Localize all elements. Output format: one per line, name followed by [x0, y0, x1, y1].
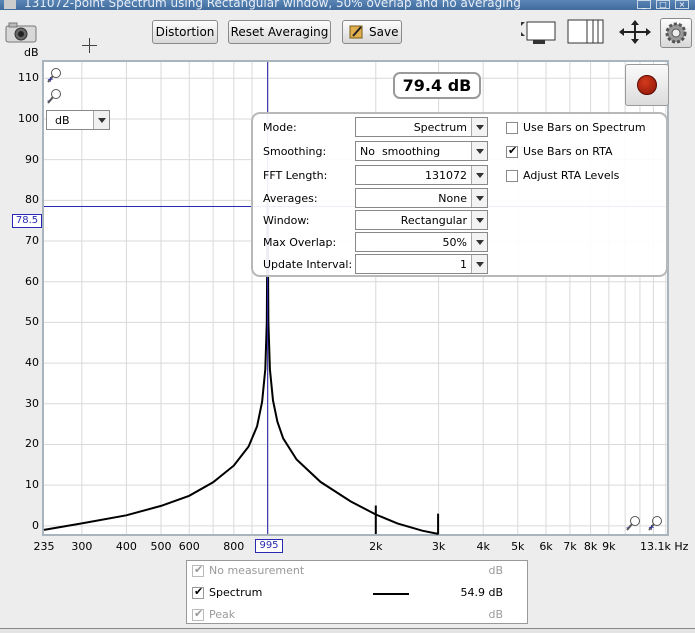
svg-text:-: - [47, 96, 50, 104]
x-tick-label: 8k [583, 540, 598, 553]
x-tick-label: 500 [150, 540, 172, 553]
window-label: Window: [263, 214, 310, 227]
zoom-in-y-icon[interactable]: + [47, 67, 63, 83]
x-tick-label: 7k [563, 540, 577, 553]
svg-text:+: + [648, 523, 655, 531]
y-tick-label: 50 [25, 315, 39, 329]
update-interval-select[interactable]: 1 [355, 254, 488, 274]
chevron-down-icon [471, 189, 487, 207]
mode-label: Mode: [263, 121, 297, 134]
adjust-rta-levels-checkbox[interactable]: Adjust RTA Levels [506, 169, 656, 183]
zoom-out-x-icon[interactable]: - [626, 515, 642, 531]
y-tick-label: 100 [18, 111, 39, 125]
y-tick-label: 90 [25, 152, 39, 166]
smoothing-select[interactable]: No smoothing [355, 141, 488, 161]
legend-item-unit: dB [488, 586, 503, 599]
legend-item-unit: dB [488, 608, 503, 621]
y-tick-label: 10 [25, 478, 39, 492]
fft-length-value: 131072 [425, 169, 467, 182]
svg-text:+: + [47, 75, 54, 83]
legend-item-name: No measurement [209, 564, 305, 577]
averages-select[interactable]: None [355, 188, 488, 208]
checkbox-box: ✔ [506, 144, 518, 158]
zoom-out-y-icon[interactable]: - [47, 88, 63, 104]
zoom-in-x-icon[interactable]: + [648, 515, 664, 531]
x-tick-label: 235 [33, 540, 55, 553]
y-tick-label: 30 [25, 396, 39, 410]
x-tick-label: 400 [115, 540, 137, 553]
update-interval-label: Update Interval: [263, 258, 353, 271]
x-tick-label: 800 [223, 540, 245, 553]
y-tick-label: 40 [25, 356, 39, 370]
chevron-down-icon [93, 111, 109, 129]
x-tick-label: 5k [511, 540, 525, 553]
legend-checkbox[interactable]: ✔ [192, 607, 204, 621]
x-tick-label: 300 [71, 540, 93, 553]
x-tick-label: 9k [602, 540, 616, 553]
legend-panel: ✔ No measurement dB ✔ Spectrum 54.9 dB ✔… [186, 560, 528, 624]
x-tick-label: 13.1k Hz [640, 540, 689, 553]
status-strip [0, 628, 695, 633]
unit-select-value: dB [55, 114, 70, 127]
x-tick-label: 600 [178, 540, 200, 553]
use-bars-spectrum-checkbox[interactable]: Use Bars on Spectrum [506, 121, 656, 135]
legend-item-no-measurement[interactable]: ✔ No measurement dB [187, 561, 527, 581]
legend-item-name: Peak [209, 608, 236, 621]
x-tick-label: 3k [431, 540, 446, 553]
chevron-down-icon [471, 118, 487, 136]
x-tick-label: 4k [476, 540, 490, 553]
settings-panel: Mode: Spectrum Smoothing: No smoothing F… [251, 112, 668, 277]
max-overlap-select[interactable]: 50% [355, 232, 488, 252]
use-bars-rta-checkbox[interactable]: ✔ Use Bars on RTA [506, 144, 656, 159]
checkbox-box [506, 122, 518, 134]
legend-item-value: 54.9 [460, 586, 486, 599]
averages-label: Averages: [263, 192, 318, 205]
use-bars-spectrum-label: Use Bars on Spectrum [523, 121, 646, 134]
record-button[interactable] [625, 64, 669, 106]
legend-line-swatch [373, 593, 409, 595]
legend-item-unit: dB [488, 564, 503, 577]
chevron-down-icon [471, 142, 487, 160]
max-overlap-label: Max Overlap: [263, 236, 337, 249]
mode-value: Spectrum [413, 121, 467, 134]
checkbox-box [506, 170, 518, 182]
fft-length-select[interactable]: 131072 [355, 165, 488, 185]
smoothing-label: Smoothing: [263, 145, 327, 158]
chevron-down-icon [471, 211, 487, 229]
y-tick-label: 70 [25, 234, 39, 248]
svg-text:-: - [626, 523, 629, 531]
fft-length-label: FFT Length: [263, 169, 328, 182]
max-overlap-value: 50% [442, 236, 467, 249]
chevron-down-icon [471, 233, 487, 251]
y-tick-label: 80 [25, 193, 39, 207]
legend-item-name: Spectrum [209, 586, 263, 599]
chevron-down-icon [471, 166, 487, 184]
adjust-rta-levels-label: Adjust RTA Levels [523, 169, 620, 182]
legend-item-spectrum[interactable]: ✔ Spectrum 54.9 dB [187, 583, 527, 603]
window-select[interactable]: Rectangular [355, 210, 488, 230]
y-tick-label: 20 [25, 437, 39, 451]
update-interval-value: 1 [460, 258, 467, 271]
x-tick-label: 6k [539, 540, 553, 553]
record-icon [637, 75, 657, 95]
cursor-x-value: 995 [255, 539, 283, 553]
cursor-y-value: 78.5 [12, 214, 42, 228]
spectrum-chart [43, 62, 667, 535]
smoothing-value: No smoothing [360, 145, 441, 158]
level-readout: 79.4 dB [393, 72, 481, 99]
chevron-down-icon [471, 255, 487, 273]
y-tick-label: 0 [32, 518, 39, 532]
legend-checkbox[interactable]: ✔ [192, 563, 204, 577]
x-tick-label: 2k [369, 540, 383, 553]
legend-checkbox[interactable]: ✔ [192, 585, 204, 599]
averages-value: None [438, 192, 467, 205]
legend-item-peak[interactable]: ✔ Peak dB [187, 605, 527, 625]
unit-select[interactable]: dB [46, 110, 110, 130]
y-tick-label: 110 [18, 71, 39, 85]
y-tick-label: 60 [25, 274, 39, 288]
window-value: Rectangular [400, 214, 467, 227]
mode-select[interactable]: Spectrum [355, 117, 488, 137]
use-bars-rta-label: Use Bars on RTA [523, 145, 613, 158]
